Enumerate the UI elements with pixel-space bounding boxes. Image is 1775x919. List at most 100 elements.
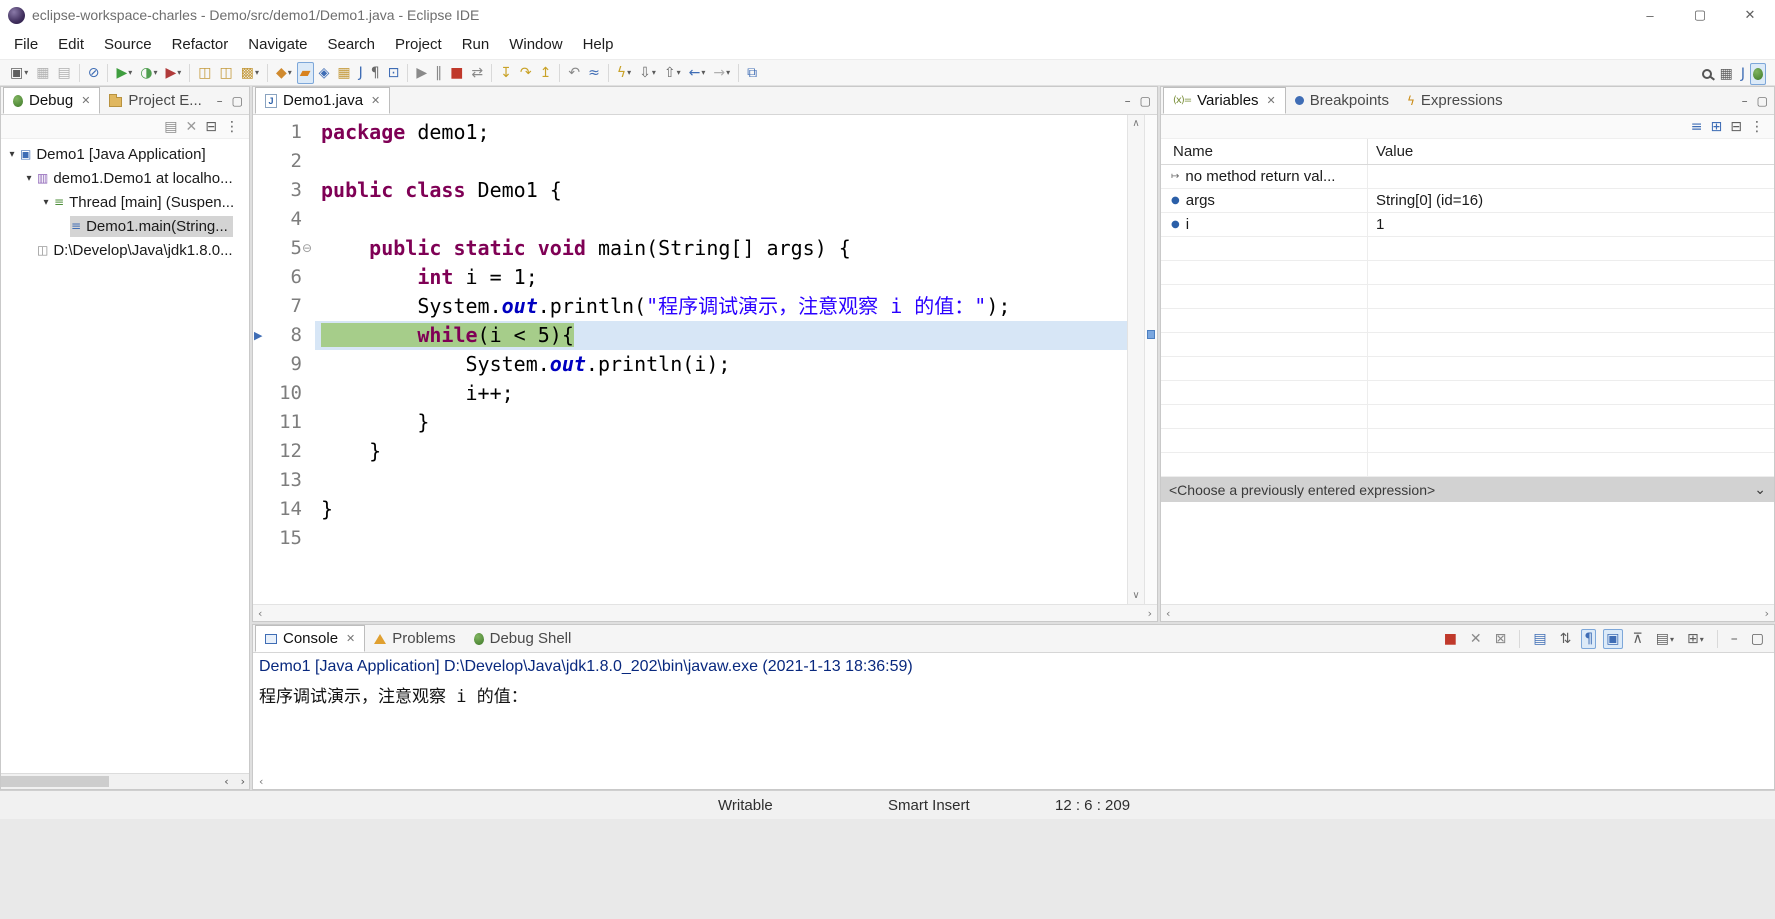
close-button[interactable]: ✕ <box>1725 0 1775 30</box>
code-line[interactable]: 14} <box>253 495 1127 524</box>
variable-row[interactable]: ●i1 <box>1161 213 1774 237</box>
annotation-ruler[interactable]: ▶ <box>253 321 267 350</box>
word-wrap-icon[interactable]: ¶ <box>1581 629 1596 649</box>
maximize-view-icon[interactable]: ▢ <box>232 94 243 108</box>
open-task-icon[interactable]: ◫ <box>195 62 214 84</box>
forward-icon[interactable]: →▾ <box>710 62 733 84</box>
code-text[interactable]: } <box>315 437 1127 466</box>
package-icon[interactable]: ▦ <box>334 62 353 84</box>
maximize-view-icon[interactable]: ▢ <box>1140 94 1151 108</box>
step-over-icon[interactable]: ↷ <box>517 62 535 84</box>
annotation-ruler[interactable] <box>253 176 267 205</box>
minimize-view-icon[interactable]: – <box>1125 94 1131 108</box>
drop-to-frame-icon[interactable]: ↶ <box>565 62 583 84</box>
code-line[interactable]: 7 System.out.println("程序调试演示，注意观察 i 的值："… <box>253 292 1127 321</box>
scroll-lock-icon[interactable]: ⇅ <box>1557 629 1575 649</box>
disconnect-icon[interactable]: ⇄ <box>468 62 486 84</box>
minimize-button[interactable]: – <box>1625 0 1675 30</box>
annotation-ruler[interactable] <box>253 118 267 147</box>
maximize-view-icon[interactable]: ▢ <box>1748 629 1767 649</box>
suspend-icon[interactable]: ‖ <box>432 62 445 84</box>
debug-hscrollbar[interactable]: ‹ › <box>1 773 249 789</box>
previous-annotation-icon[interactable]: ⇧▾ <box>661 62 684 84</box>
line-number-gutter[interactable]: 4 <box>267 205 315 234</box>
highlighter-icon[interactable]: ▰ <box>297 62 314 84</box>
back-icon[interactable]: ←▾ <box>686 62 709 84</box>
tree-item[interactable]: ≡Demo1.main(String... <box>1 214 249 238</box>
dropdown-caret-icon[interactable]: ▾ <box>177 68 181 77</box>
variable-row[interactable]: ●argsString[0] (id=16) <box>1161 189 1774 213</box>
code-text[interactable]: int i = 1; <box>315 263 1127 292</box>
expander-icon[interactable]: ▾ <box>39 197 53 208</box>
annotation-ruler[interactable] <box>253 234 267 263</box>
menu-project[interactable]: Project <box>385 32 452 57</box>
fold-marker-icon[interactable]: ⊖ <box>302 234 315 263</box>
expression-bar[interactable]: <Choose a previously entered expression>… <box>1161 477 1774 502</box>
expander-icon[interactable]: ▾ <box>5 149 19 160</box>
clear-console-icon[interactable]: ▤ <box>1530 629 1549 649</box>
annotation-ruler[interactable] <box>253 350 267 379</box>
line-number-gutter[interactable]: 1 <box>267 118 315 147</box>
line-number-gutter[interactable]: 2 <box>267 147 315 176</box>
code-line[interactable]: 13 <box>253 466 1127 495</box>
code-text[interactable]: i++; <box>315 379 1127 408</box>
tab-debug-shell[interactable]: Debug Shell <box>465 625 581 652</box>
show-type-names-icon[interactable]: ≡ <box>1688 116 1706 138</box>
scroll-left-icon[interactable]: ‹ <box>258 607 262 620</box>
dropdown-caret-icon[interactable]: ▾ <box>627 68 631 77</box>
code-text[interactable]: public class Demo1 { <box>315 176 1127 205</box>
remove-launch-icon[interactable]: ✕ <box>1467 629 1485 649</box>
column-name-header[interactable]: Name <box>1161 139 1368 164</box>
code-line[interactable]: 12 } <box>253 437 1127 466</box>
dropdown-caret-icon[interactable]: ▾ <box>255 68 259 77</box>
code-text[interactable]: while(i < 5){ <box>315 321 1127 350</box>
line-number-gutter[interactable]: 7 <box>267 292 315 321</box>
code-line[interactable]: 11 } <box>253 408 1127 437</box>
collapse-all-icon[interactable]: ⊟ <box>1727 116 1745 138</box>
step-into-icon[interactable]: ↧ <box>497 62 515 84</box>
code-text[interactable]: } <box>315 495 1127 524</box>
dropdown-caret-icon[interactable]: ▾ <box>726 68 730 77</box>
code-line[interactable]: 10 i++; <box>253 379 1127 408</box>
tree-item[interactable]: ◫D:\Develop\Java\jdk1.8.0... <box>1 238 249 262</box>
annotation-ruler[interactable] <box>253 379 267 408</box>
code-line[interactable]: 6 int i = 1; <box>253 263 1127 292</box>
console-hscrollbar[interactable]: ‹ <box>253 773 1774 789</box>
minimize-view-icon[interactable]: – <box>1728 629 1741 649</box>
tab-project-explorer[interactable]: Project E... <box>100 87 210 114</box>
collapse-all-icon[interactable]: ⊟ <box>202 116 220 138</box>
line-number-gutter[interactable]: 12 <box>267 437 315 466</box>
minimize-view-icon[interactable]: – <box>217 94 223 108</box>
annotation-ruler[interactable] <box>253 437 267 466</box>
code-text[interactable]: } <box>315 408 1127 437</box>
terminate-icon[interactable]: ■ <box>1441 629 1460 649</box>
close-icon[interactable]: ✕ <box>1267 94 1276 107</box>
remove-all-launches-icon[interactable]: ⊠ <box>1492 629 1510 649</box>
annotation-ruler[interactable] <box>253 466 267 495</box>
pin-console-icon[interactable]: ⊼ <box>1630 629 1646 649</box>
scroll-right-icon[interactable]: › <box>241 775 245 788</box>
code-text[interactable]: System.out.println(i); <box>315 350 1127 379</box>
remove-all-terminated-icon[interactable]: ✕ <box>183 116 201 138</box>
new-wizard-icon[interactable]: ▣▾ <box>7 62 31 84</box>
line-number-gutter[interactable]: 5⊖ <box>267 234 315 263</box>
line-number-gutter[interactable]: 3 <box>267 176 315 205</box>
run-icon[interactable]: ▶▾ <box>113 62 135 84</box>
code-area[interactable]: 1package demo1;23public class Demo1 {45⊖… <box>253 115 1127 604</box>
expander-icon[interactable]: ▾ <box>22 173 36 184</box>
dropdown-caret-icon[interactable]: ▾ <box>153 68 157 77</box>
coverage-icon[interactable]: ◑▾ <box>137 62 160 84</box>
code-line[interactable]: 15 <box>253 524 1127 553</box>
tab-expressions[interactable]: ϟ Expressions <box>1398 87 1512 114</box>
menu-source[interactable]: Source <box>94 32 162 57</box>
console-view-icon[interactable]: ⊡ <box>385 62 403 84</box>
javadoc-icon[interactable]: J <box>356 62 366 84</box>
tab-demo1-java[interactable]: J Demo1.java ✕ <box>255 87 390 114</box>
view-menu-icon[interactable]: ⋮ <box>1747 116 1767 138</box>
show-whitespace-icon[interactable]: ¶ <box>368 62 383 84</box>
display-selected-console-icon[interactable]: ▤▾ <box>1653 629 1677 649</box>
line-number-gutter[interactable]: 8 <box>267 321 315 350</box>
menu-search[interactable]: Search <box>317 32 385 57</box>
code-text[interactable]: System.out.println("程序调试演示，注意观察 i 的值："); <box>315 292 1127 321</box>
show-logical-structures-icon[interactable]: ⊞ <box>1708 116 1726 138</box>
